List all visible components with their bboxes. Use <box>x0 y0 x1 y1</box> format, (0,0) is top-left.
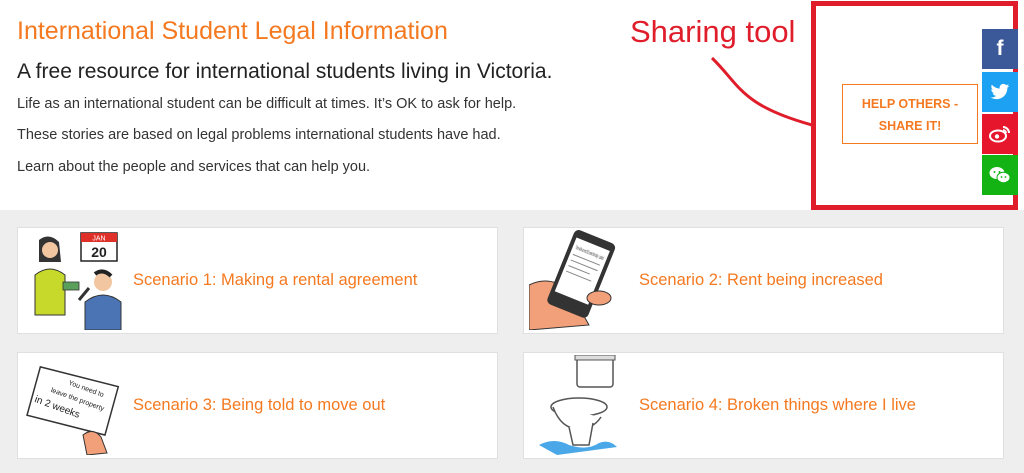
facebook-icon: f <box>996 37 1004 60</box>
weibo-share-button[interactable] <box>982 114 1018 154</box>
intro-paragraph: Learn about the people and services that… <box>17 159 371 175</box>
twitter-share-button[interactable] <box>982 72 1018 112</box>
scenario-label: Scenario 2: Rent being increased <box>639 271 883 289</box>
facebook-share-button[interactable]: f <box>982 29 1018 69</box>
weibo-icon <box>989 126 1010 143</box>
share-button-line: SHARE IT! <box>878 119 942 133</box>
intro-paragraph: Life as an international student can be … <box>17 96 517 112</box>
scenario-card-3[interactable]: You need to leave the property in 2 week… <box>17 352 498 459</box>
share-it-button[interactable]: HELP OTHERS - SHARE IT! <box>842 84 978 144</box>
scenario-card-4[interactable]: Scenario 4: Broken things where I live <box>523 352 1004 459</box>
eviction-notice-illustration: You need to leave the property in 2 week… <box>26 365 120 455</box>
wechat-icon <box>989 167 1011 184</box>
calendar-day: 20 <box>91 244 107 260</box>
wechat-share-button[interactable] <box>982 155 1018 195</box>
page-subtitle: A free resource for international studen… <box>17 60 553 83</box>
scenario-card-1[interactable]: JAN 20 Scenario 1: Making a rental agree… <box>17 227 498 334</box>
broken-toilet-illustration <box>539 355 617 455</box>
calendar-month: JAN <box>92 236 105 243</box>
rental-agreement-illustration: JAN 20 <box>34 232 122 330</box>
page-title: International Student Legal Information <box>17 17 448 45</box>
twitter-icon <box>990 83 1010 100</box>
sharing-tool-annotation: Sharing tool <box>630 14 796 49</box>
share-button-line: HELP OTHERS - <box>861 97 959 111</box>
phone-text-message-illustration: There will be an extra $10 a week from t… <box>529 230 616 330</box>
intro-paragraph: These stories are based on legal problem… <box>17 127 501 143</box>
scenario-card-2[interactable]: There will be an extra $10 a week from t… <box>523 227 1004 334</box>
scenario-label: Scenario 4: Broken things where I live <box>639 396 916 414</box>
scenario-label: Scenario 3: Being told to move out <box>133 396 386 414</box>
scenario-label: Scenario 1: Making a rental agreement <box>133 271 418 289</box>
